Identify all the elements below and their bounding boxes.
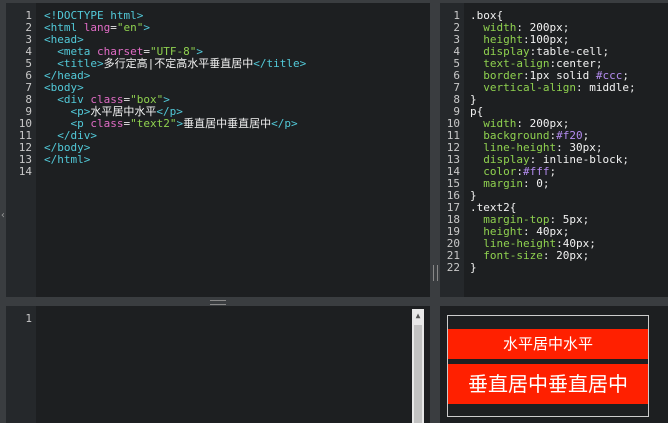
code-token: 0 bbox=[536, 177, 543, 190]
line-number: 2 bbox=[453, 21, 460, 34]
js-scrollbar[interactable]: ▲ bbox=[412, 309, 424, 423]
preview-box: 水平居中水平 垂直居中垂直居中 bbox=[447, 315, 649, 417]
code-token: ; bbox=[542, 177, 550, 190]
code-token: ; bbox=[589, 237, 596, 250]
code-line: </html> bbox=[44, 154, 306, 166]
code-token: : bbox=[542, 249, 557, 262]
preview-box-cell: 水平居中水平 垂直居中垂直居中 bbox=[448, 316, 648, 416]
code-token: } bbox=[470, 261, 477, 274]
code-token: : bbox=[523, 177, 537, 190]
scroll-up-icon[interactable]: ▲ bbox=[412, 309, 424, 323]
line-number: 14 bbox=[18, 165, 32, 178]
code-token: </html> bbox=[44, 153, 91, 166]
code-token: ; bbox=[622, 153, 629, 166]
code-token: 多行定高|不定高水平垂直居中 bbox=[103, 57, 254, 70]
html-line-gutter: 1 2 3 4 5 6 7 8 9 10 11 12 13 14 bbox=[6, 3, 36, 297]
css-code[interactable]: .box{ width: 200px; height:100px; displa… bbox=[470, 10, 636, 274]
line-number: 6 bbox=[453, 69, 460, 82]
code-token: ; bbox=[582, 213, 590, 226]
line-number: 22 bbox=[446, 261, 460, 274]
line-number: 1 bbox=[453, 9, 460, 22]
code-token: = bbox=[110, 21, 117, 34]
vertical-splitter-handle[interactable] bbox=[433, 265, 438, 281]
code-token: middle bbox=[589, 81, 629, 94]
code-token: "en" bbox=[116, 21, 144, 34]
html-code[interactable]: <!DOCTYPE html> <html lang="en"> <head> <m… bbox=[44, 10, 306, 178]
code-line: margin: 0; bbox=[470, 178, 636, 190]
js-line-numbers: 1 bbox=[6, 313, 36, 325]
line-number: 8 bbox=[453, 93, 460, 106]
code-token: ; bbox=[549, 165, 557, 178]
js-line-gutter: 1 bbox=[6, 306, 36, 423]
html-line-numbers: 1 2 3 4 5 6 7 8 9 10 11 12 13 14 bbox=[6, 10, 36, 178]
code-line: font-size: 20px; bbox=[470, 250, 636, 262]
collapse-handle-icon[interactable]: ‹ bbox=[0, 210, 6, 222]
code-token: margin bbox=[483, 177, 523, 190]
code-token: ; bbox=[602, 45, 610, 58]
horizontal-splitter-handle[interactable] bbox=[210, 300, 226, 305]
line-number: 5 bbox=[453, 57, 460, 70]
code-token: </title> bbox=[253, 57, 307, 70]
code-token: vertical-align bbox=[483, 81, 576, 94]
code-token: </p> bbox=[271, 117, 298, 130]
line-number: 3 bbox=[453, 33, 460, 46]
code-token: 垂直居中垂直居中 bbox=[183, 117, 272, 130]
css-line-gutter: 1 2 3 4 5 6 7 8 9 10 11 12 13 14 15 16 17 18 19 20 21 22 bbox=[440, 3, 464, 297]
code-token: "text2" bbox=[130, 117, 177, 130]
code-token: ; bbox=[582, 249, 590, 262]
js-editor-pane[interactable]: 1 ▲ bbox=[6, 306, 430, 423]
line-number: 1 bbox=[25, 312, 32, 325]
code-token: : bbox=[575, 81, 590, 94]
code-token: > bbox=[143, 21, 150, 34]
line-number: 4 bbox=[453, 45, 460, 58]
code-token: lang bbox=[83, 21, 111, 34]
code-token: ; bbox=[628, 81, 636, 94]
html-editor-pane[interactable]: 1 2 3 4 5 6 7 8 9 10 11 12 13 14 <!DOCTYPE html> <html… bbox=[6, 3, 430, 297]
scroll-thumb[interactable] bbox=[414, 325, 422, 423]
preview-line-vertical: 垂直居中垂直居中 bbox=[448, 363, 648, 404]
code-token: 20px bbox=[556, 249, 583, 262]
css-editor-pane[interactable]: 1 2 3 4 5 6 7 8 9 10 11 12 13 14 15 16 17 18 19 20 21 22 .box… bbox=[440, 3, 668, 297]
preview-line-horizontal: 水平居中水平 bbox=[448, 328, 648, 359]
code-token: font-size bbox=[483, 249, 543, 262]
css-line-numbers: 1 2 3 4 5 6 7 8 9 10 11 12 13 14 15 16 17 18 19 20 21 22 bbox=[440, 10, 464, 274]
code-line: vertical-align: middle; bbox=[470, 81, 636, 94]
code-line: } bbox=[470, 262, 636, 274]
line-number: 7 bbox=[453, 81, 460, 94]
code-line: } bbox=[470, 94, 636, 106]
